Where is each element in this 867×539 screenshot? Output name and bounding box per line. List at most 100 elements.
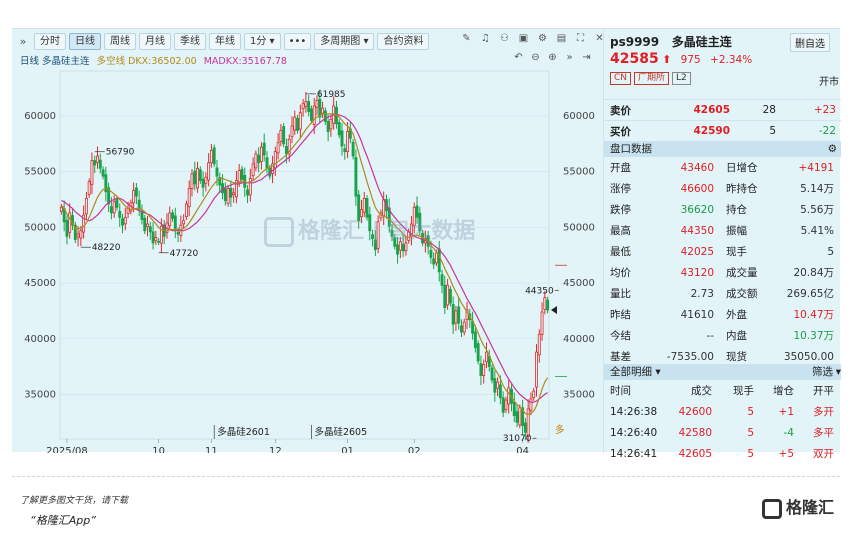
y-tick-label-right: 50000 (563, 222, 595, 233)
candle-body (201, 178, 205, 188)
tab-yearly[interactable]: 年线 (209, 32, 241, 50)
trade-row[interactable]: 14:26:41 42605 5 +5 双开 (604, 443, 841, 464)
candle-body (501, 397, 505, 413)
tab-weekly[interactable]: 周线 (104, 32, 136, 50)
candle-body (246, 189, 249, 196)
chevron-down-icon[interactable]: ▾ (836, 364, 841, 380)
trade-row[interactable]: 14:26:38 42600 5 +1 多开 (604, 401, 841, 422)
candle-body (109, 206, 113, 214)
y-tick-label-left: 60000 (24, 111, 56, 122)
layout-icon[interactable]: ▤ (552, 33, 571, 44)
annotation-label: 56790 (106, 148, 135, 158)
expand-icon[interactable]: » (12, 35, 34, 48)
tab-quarterly[interactable]: 季线 (174, 32, 206, 50)
candle-body (257, 154, 261, 164)
candle-body (429, 249, 433, 258)
candle-body (451, 304, 455, 325)
contract-info-button[interactable]: 合约资料 (377, 32, 430, 50)
stat-row: 均价 43120 成交量 20.84万 (604, 262, 841, 283)
tab-daily[interactable]: 日线 (69, 32, 101, 50)
candle-body (118, 210, 122, 218)
candle-body (498, 384, 502, 399)
trade-price: 42600 (678, 405, 712, 418)
trade-header-row: 时间 成交 现手 增仓 开平 (610, 385, 834, 397)
stat-label: 现货 (726, 351, 747, 363)
candle-body (529, 398, 533, 411)
tab-minute-dropdown[interactable]: 1分 ▾ (244, 32, 281, 50)
candle-body (337, 122, 341, 136)
candle-body (340, 130, 344, 147)
candle-body (237, 170, 241, 183)
stat-label: 涨停 (610, 183, 631, 195)
end-icon[interactable]: ⇥ (578, 52, 595, 63)
stat-label: 持仓 (726, 204, 747, 216)
remove-watchlist-button[interactable]: 删自选 (790, 33, 830, 52)
trading-app-window: 35000 35000 40000 40000 45000 45000 50000 50000… (12, 28, 841, 460)
candle-body (315, 99, 319, 108)
tab-monthly[interactable]: 月线 (139, 32, 171, 50)
fullscreen-icon[interactable]: ⛶ (571, 33, 590, 44)
indicator-icon[interactable]: ⚇ (495, 33, 514, 44)
candle-body (226, 187, 230, 204)
stat-value: 5.14万 (800, 183, 834, 195)
candle-body (76, 233, 80, 238)
x-tick-label: 04 (516, 446, 529, 453)
y-tick-label-right: 55000 (563, 167, 595, 178)
trade-row[interactable]: 14:26:40 42580 5 -4 多平 (604, 422, 841, 443)
trade-inc: +5 (778, 447, 794, 460)
candle-body (262, 142, 266, 156)
stat-value: 10.37万 (793, 330, 834, 342)
undo-icon[interactable]: ↶ (510, 52, 527, 63)
trade-time: 14:26:41 (610, 447, 658, 460)
candle-body (154, 236, 158, 241)
candle-body (354, 157, 358, 197)
candle-body (526, 408, 530, 437)
candle-body (276, 142, 280, 154)
zoom-icons: ↶ ⊖ ⊕ » ⇥ (510, 52, 595, 63)
stat-value: 10.47万 (793, 309, 834, 321)
market-data-header[interactable]: 盘口数据 ⚙ (604, 141, 841, 157)
candle-body (296, 118, 300, 131)
candle-body (193, 170, 197, 185)
candle-body (115, 198, 119, 208)
stat-row: 最高 44350 振幅 5.41% (604, 220, 841, 241)
chevron-down-icon[interactable]: ▾ (655, 366, 660, 378)
more-button[interactable]: ••• (283, 32, 312, 50)
trade-detail-header[interactable]: 全部明细 ▾ 筛选 ▾ (604, 364, 841, 380)
stat-row: 涨停 46600 昨持仓 5.14万 (604, 178, 841, 199)
camera-icon[interactable]: ▣ (514, 33, 533, 44)
tab-timeshare[interactable]: 分时 (34, 32, 66, 50)
exchange-tags: CN 广期所 L2 (610, 72, 694, 85)
candle-body (432, 258, 436, 265)
candle-body (298, 112, 302, 130)
alert-bell-icon[interactable]: ♫ (476, 33, 495, 44)
stat-label: 昨持仓 (726, 183, 758, 195)
candle-body (543, 297, 547, 310)
footer-app-name: “格隆汇App” (30, 514, 96, 527)
footer-note: 了解更多图文干货，请下载 (20, 496, 129, 506)
fast-forward-icon[interactable]: » (561, 52, 578, 63)
candle-body (307, 101, 311, 112)
stat-label: 跌停 (610, 204, 631, 216)
tool-icons: ✎ ♫ ⚇ ▣ ⚙ ▤ ⛶ ✕ (457, 33, 609, 44)
candle-body (79, 230, 83, 239)
zoom-out-icon[interactable]: ⊖ (527, 52, 544, 63)
x-tick-label: 02 (408, 446, 421, 453)
last-price: 42585 ⬆ 975 +2.34% (610, 51, 753, 67)
stat-value: 36620 (680, 203, 714, 216)
stat-label: 均价 (610, 267, 631, 279)
y-tick-label-right: 35000 (563, 389, 595, 400)
candle-body (173, 215, 177, 229)
multi-period-dropdown[interactable]: 多周期图 ▾ (314, 32, 375, 50)
long-short-label: 多 (555, 424, 565, 436)
zoom-in-icon[interactable]: ⊕ (544, 52, 561, 63)
annotation-label: 61985 (317, 90, 346, 100)
settings-icon[interactable]: ⚙ (828, 141, 837, 157)
filter-button[interactable]: 筛选 (812, 364, 833, 380)
candle-body (290, 125, 294, 138)
stat-label: 最高 (610, 225, 631, 237)
candle-body (479, 363, 483, 376)
ask-row: 卖价 42605 28 +23 (604, 99, 841, 120)
gear-icon[interactable]: ⚙ (533, 33, 552, 44)
draw-pen-icon[interactable]: ✎ (457, 33, 476, 44)
